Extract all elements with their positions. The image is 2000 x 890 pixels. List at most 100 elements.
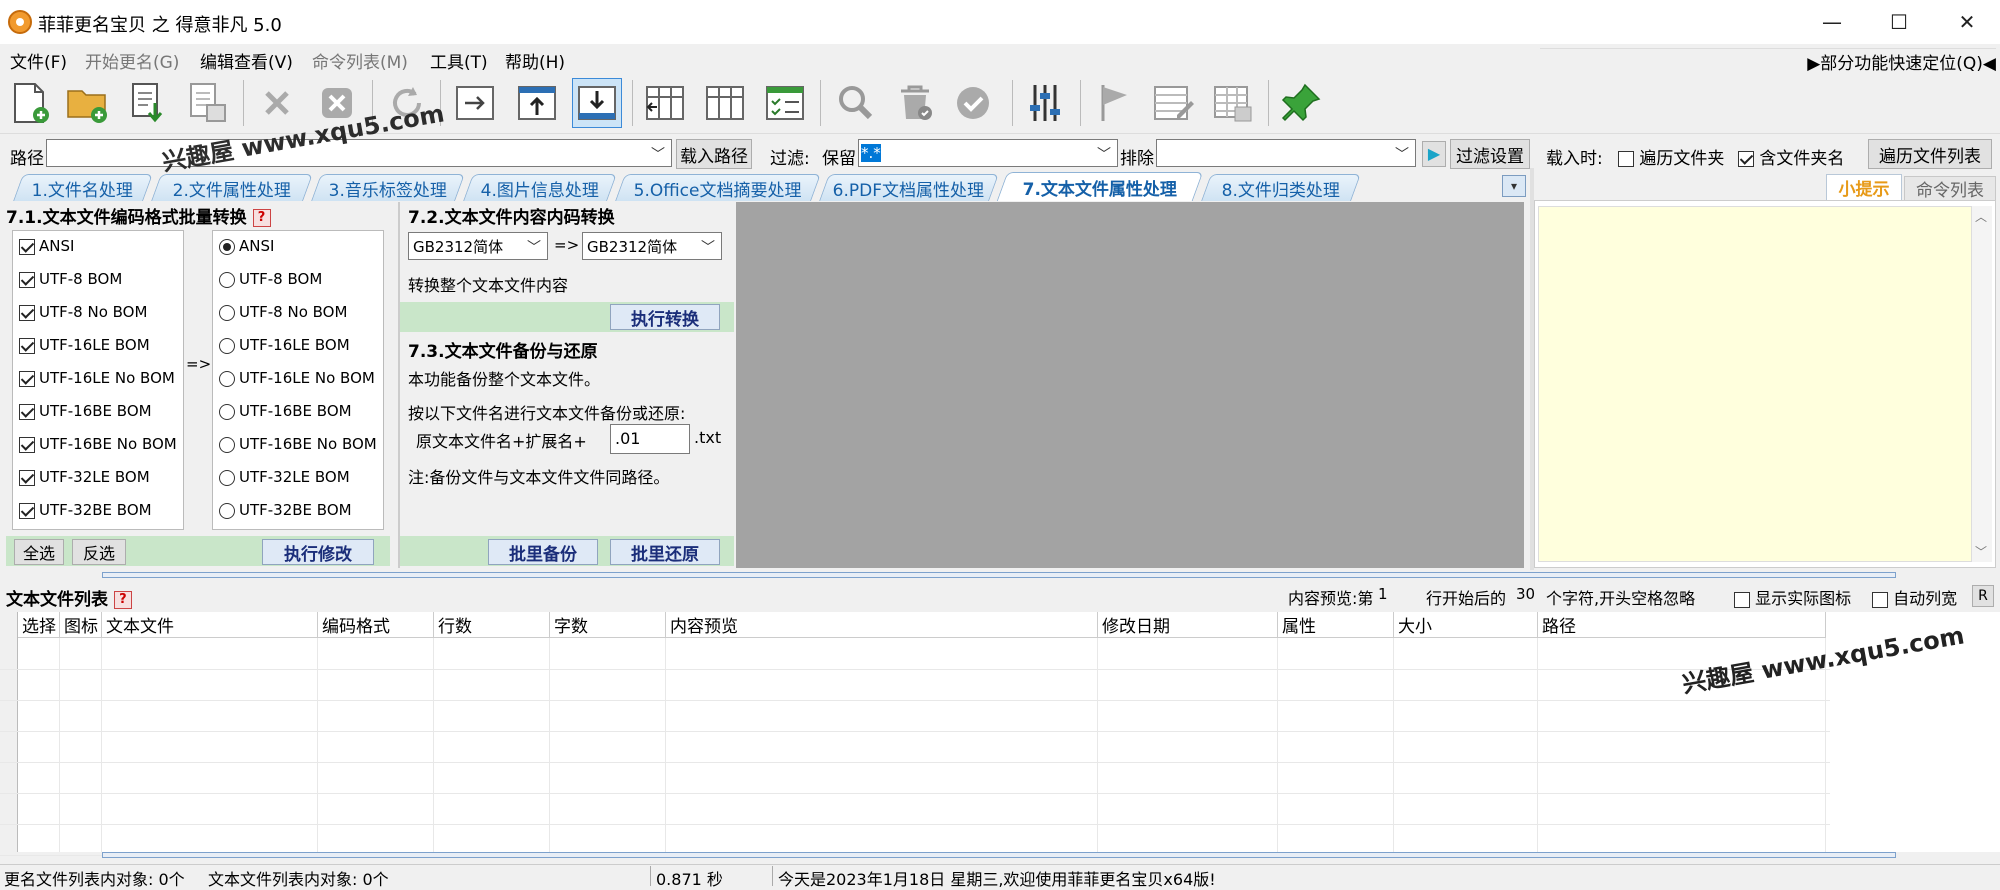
radio-icon[interactable] xyxy=(219,238,235,255)
column-header[interactable]: 行数 xyxy=(434,612,550,638)
chars-input[interactable]: 30 xyxy=(1516,585,1535,603)
target-encoding-radio[interactable]: UTF-16BE No BOM xyxy=(219,435,377,453)
edit-table-icon[interactable] xyxy=(1148,78,1198,128)
move-top-icon[interactable] xyxy=(512,78,562,128)
columns-icon[interactable] xyxy=(700,78,750,128)
filter-settings-button[interactable]: 过滤设置 xyxy=(1450,139,1530,169)
tab-text-file-attributes[interactable]: 7.文本文件属性处理 xyxy=(996,172,1204,201)
source-encoding-checkbox[interactable]: UTF-16BE BOM xyxy=(19,402,152,420)
columns-left-icon[interactable] xyxy=(640,78,690,128)
radio-icon[interactable] xyxy=(219,469,235,486)
help-icon[interactable]: ? xyxy=(252,209,271,227)
checkbox-icon[interactable] xyxy=(19,403,35,420)
target-encoding-radio[interactable]: UTF-32LE BOM xyxy=(219,468,350,486)
checkbox-icon[interactable] xyxy=(19,469,35,486)
select-all-button[interactable]: 全选 xyxy=(14,539,64,565)
source-encoding-checkbox[interactable]: ANSI xyxy=(19,237,74,255)
scroll-up-icon[interactable]: ︿ xyxy=(1975,208,1987,225)
checkbox-icon[interactable] xyxy=(1872,591,1888,608)
tab-file-classify[interactable]: 8.文件归类处理 xyxy=(1201,174,1361,201)
menu-start-rename[interactable]: 开始更名(G) xyxy=(85,48,179,73)
tabs-more-button[interactable]: ▾ xyxy=(1502,175,1526,197)
source-encoding-checkbox[interactable]: UTF-16LE BOM xyxy=(19,336,150,354)
source-encoding-checkbox[interactable]: UTF-16LE No BOM xyxy=(19,369,175,387)
target-charset-combo[interactable]: GB2312简体 ﹀ xyxy=(582,232,722,260)
tab-file-name[interactable]: 1.文件名处理 xyxy=(13,174,153,201)
scrollbar[interactable] xyxy=(1972,206,1992,562)
exclude-filter-combo[interactable]: ﹀ xyxy=(1156,139,1416,167)
tab-music-tags[interactable]: 3.音乐标签处理 xyxy=(311,174,465,201)
radio-icon[interactable] xyxy=(219,403,235,420)
column-header[interactable]: 路径 xyxy=(1538,612,1826,638)
close-button[interactable]: ✕ xyxy=(1932,0,2000,44)
batch-backup-button[interactable]: 批里备份 xyxy=(488,539,598,565)
horizontal-splitter[interactable] xyxy=(102,852,1896,858)
minimize-button[interactable]: — xyxy=(1797,0,1867,44)
tab-pdf-attributes[interactable]: 6.PDF文档属性处理 xyxy=(819,174,999,201)
chevron-down-icon[interactable]: ﹀ xyxy=(1395,144,1409,164)
move-bottom-icon[interactable] xyxy=(572,78,622,128)
target-encoding-radio[interactable]: UTF-8 BOM xyxy=(219,270,322,288)
chevron-down-icon[interactable]: ﹀ xyxy=(1097,144,1111,164)
help-icon[interactable]: ? xyxy=(113,591,132,609)
checkbox-icon[interactable] xyxy=(19,304,35,321)
source-encoding-checkbox[interactable]: UTF-32BE BOM xyxy=(19,501,152,519)
table-icon[interactable] xyxy=(1208,78,1258,128)
tab-image-info[interactable]: 4.图片信息处理 xyxy=(463,174,617,201)
checkbox-icon[interactable] xyxy=(1734,591,1750,608)
include-folder-name-checkbox[interactable]: 含文件夹名 xyxy=(1738,144,1844,169)
r-button[interactable]: R xyxy=(1972,585,1994,607)
backup-ext-input[interactable]: .01 xyxy=(610,424,690,454)
execute-convert-button[interactable]: 执行转换 xyxy=(610,304,720,330)
column-header[interactable]: 编码格式 xyxy=(318,612,434,638)
flag-icon[interactable] xyxy=(1088,78,1138,128)
batch-restore-button[interactable]: 批里还原 xyxy=(610,539,720,565)
column-header[interactable]: 文本文件 xyxy=(102,612,318,638)
chevron-down-icon[interactable]: ﹀ xyxy=(701,237,715,257)
radio-icon[interactable] xyxy=(219,337,235,354)
column-header[interactable]: 属性 xyxy=(1278,612,1394,638)
radio-icon[interactable] xyxy=(219,370,235,387)
preview-line-input[interactable]: 1 xyxy=(1378,585,1388,603)
load-path-button[interactable]: 载入路径 xyxy=(676,139,752,169)
menu-help[interactable]: 帮助(H) xyxy=(505,48,565,73)
trash-icon[interactable] xyxy=(890,78,940,128)
column-header[interactable]: 内容预览 xyxy=(666,612,1098,638)
checkbox-icon[interactable] xyxy=(19,337,35,354)
source-encoding-checkbox[interactable]: UTF-32LE BOM xyxy=(19,468,150,486)
radio-icon[interactable] xyxy=(219,304,235,321)
chevron-down-icon[interactable]: ﹀ xyxy=(651,144,665,164)
import-icon[interactable] xyxy=(122,78,172,128)
column-header[interactable]: 字数 xyxy=(550,612,666,638)
scroll-down-icon[interactable]: ﹀ xyxy=(1975,543,1987,560)
quick-locate-menu[interactable]: ▶部分功能快速定位(Q)◀ xyxy=(1540,48,1996,74)
sliders-icon[interactable] xyxy=(1020,78,1070,128)
pin-icon[interactable] xyxy=(1276,78,1326,128)
target-encoding-radio[interactable]: UTF-32BE BOM xyxy=(219,501,352,519)
keep-filter-combo[interactable]: *.* ﹀ xyxy=(858,139,1118,167)
source-encoding-checkbox[interactable]: UTF-8 No BOM xyxy=(19,303,147,321)
new-file-icon[interactable] xyxy=(4,78,54,128)
target-encoding-radio[interactable]: UTF-8 No BOM xyxy=(219,303,347,321)
radio-icon[interactable] xyxy=(219,502,235,519)
checkbox-icon[interactable] xyxy=(19,271,35,288)
tab-tips[interactable]: 小提示 xyxy=(1826,174,1902,200)
search-icon[interactable] xyxy=(830,78,880,128)
column-header[interactable]: 选择 xyxy=(18,612,60,638)
maximize-button[interactable]: ☐ xyxy=(1864,0,1934,44)
radio-icon[interactable] xyxy=(219,436,235,453)
source-charset-combo[interactable]: GB2312简体 ﹀ xyxy=(408,232,548,260)
open-folder-icon[interactable] xyxy=(62,78,112,128)
source-encoding-checkbox[interactable]: UTF-8 BOM xyxy=(19,270,122,288)
execute-modify-button[interactable]: 执行修改 xyxy=(262,539,374,565)
auto-width-checkbox[interactable]: 自动列宽 xyxy=(1872,585,1957,609)
target-encoding-radio[interactable]: UTF-16LE BOM xyxy=(219,336,350,354)
menu-file[interactable]: 文件(F) xyxy=(10,48,67,73)
checkbox-icon[interactable] xyxy=(19,238,35,255)
checklist-icon[interactable] xyxy=(760,78,810,128)
source-encoding-checkbox[interactable]: UTF-16BE No BOM xyxy=(19,435,177,453)
invert-selection-button[interactable]: 反选 xyxy=(72,539,126,565)
menu-tools[interactable]: 工具(T) xyxy=(430,48,488,73)
traverse-list-button[interactable]: 遍历文件列表 xyxy=(1868,139,1992,169)
chevron-down-icon[interactable]: ﹀ xyxy=(527,237,541,257)
